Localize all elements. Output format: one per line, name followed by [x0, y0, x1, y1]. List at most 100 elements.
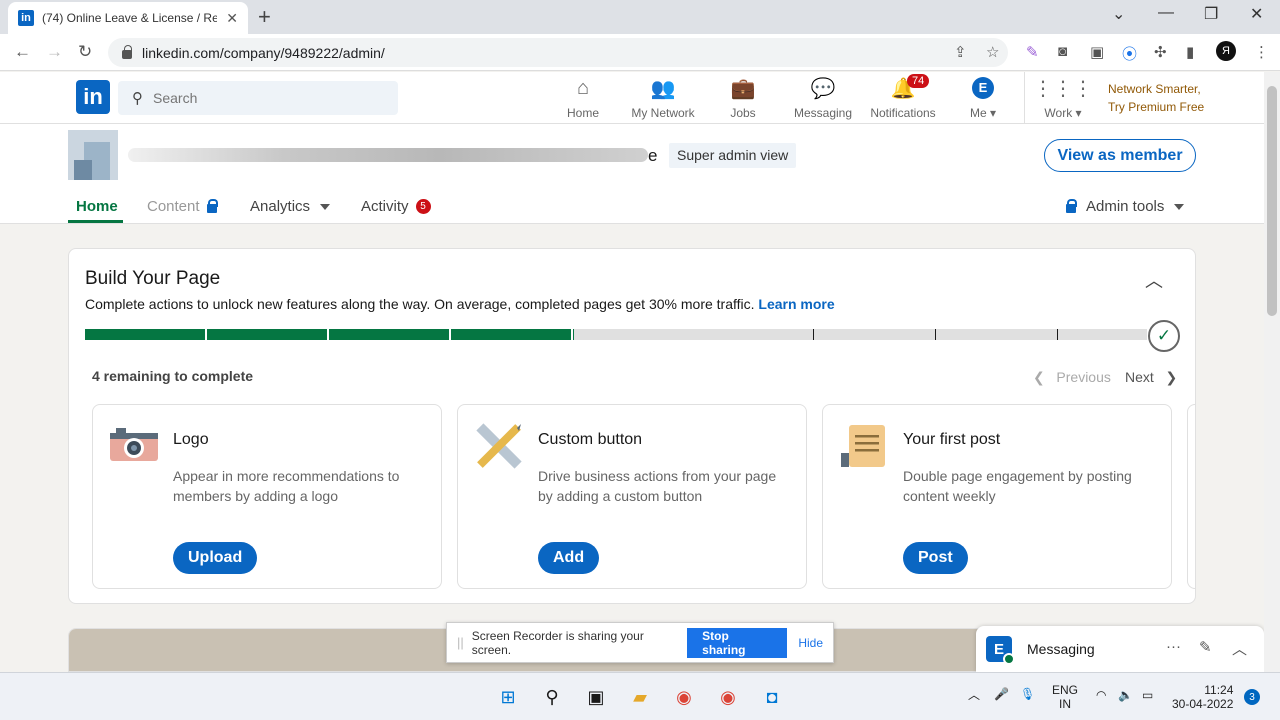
- home-icon: ⌂: [576, 76, 590, 99]
- lock-icon: [1066, 199, 1077, 213]
- pen-extension-icon[interactable]: ✎: [1026, 43, 1039, 61]
- nav-my-network[interactable]: 👥 My Network: [623, 76, 703, 121]
- side-panel-icon[interactable]: ▮: [1186, 43, 1194, 61]
- tab-analytics[interactable]: Analytics: [250, 198, 331, 215]
- compose-icon[interactable]: ✎: [1199, 638, 1212, 656]
- restore-icon[interactable]: ❐: [1204, 4, 1218, 24]
- battery-icon[interactable]: ▭: [1142, 688, 1153, 702]
- card-title: Build Your Page: [85, 268, 221, 289]
- chrome-profile-icon[interactable]: ◉: [716, 685, 740, 709]
- search-icon[interactable]: ⚲: [540, 685, 564, 709]
- tab-content[interactable]: Content: [147, 198, 218, 215]
- chevron-down-icon: ▾: [989, 106, 997, 120]
- nav-work[interactable]: ⋮⋮⋮ Work ▾: [1023, 76, 1103, 121]
- active-tab-indicator: [68, 220, 123, 223]
- extensions-puzzle-icon[interactable]: ✣: [1154, 43, 1167, 61]
- bell-icon: 🔔 74: [863, 74, 943, 100]
- nav-messaging[interactable]: 💬 Messaging: [783, 76, 863, 121]
- more-options-icon[interactable]: ···: [1166, 638, 1181, 655]
- browser-tab[interactable]: in (74) Online Leave & License / Re ✕: [8, 2, 248, 34]
- tab-close-icon[interactable]: ✕: [226, 10, 238, 27]
- clock[interactable]: 11:24 30-04-2022: [1172, 683, 1233, 711]
- nav-me[interactable]: E Me ▾: [943, 76, 1023, 120]
- file-explorer-icon[interactable]: ▰: [628, 685, 652, 709]
- nav-notifications[interactable]: 🔔 74 Notifications: [863, 74, 943, 120]
- messaging-label: Messaging: [1027, 641, 1095, 657]
- search-icon: ⚲: [132, 90, 143, 107]
- premium-promo[interactable]: Network Smarter, Try Premium Free: [1108, 80, 1204, 116]
- browser-menu-icon[interactable]: ⋮: [1254, 43, 1269, 61]
- remaining-count: 4 remaining to complete: [92, 368, 254, 384]
- task-card-first-post: Your first post Double page engagement b…: [822, 404, 1172, 589]
- lock-icon: [206, 199, 218, 213]
- forward-icon[interactable]: →: [46, 42, 63, 62]
- tab-title: (74) Online Leave & License / Re: [42, 11, 217, 25]
- chrome-icon[interactable]: ◉: [672, 685, 696, 709]
- linkedin-logo[interactable]: in: [76, 80, 110, 114]
- volume-icon[interactable]: 🔈: [1118, 688, 1133, 702]
- close-window-icon[interactable]: ✕: [1250, 4, 1263, 24]
- messaging-dock[interactable]: E Messaging ··· ✎ ︿: [976, 626, 1264, 672]
- windows-start-icon[interactable]: ⊞: [496, 685, 520, 709]
- grid-icon: ⋮⋮⋮: [1033, 77, 1093, 100]
- tab-search-icon[interactable]: ⌄: [1112, 4, 1125, 24]
- reload-icon[interactable]: ↻: [78, 42, 92, 62]
- language-indicator[interactable]: ENG IN: [1052, 683, 1078, 711]
- admin-tools-menu[interactable]: Admin tools: [1066, 198, 1185, 215]
- address-bar[interactable]: linkedin.com/company/9489222/admin/: [108, 38, 1008, 67]
- microphone-active-icon[interactable]: 🎙: [1020, 687, 1035, 701]
- task-view-icon[interactable]: ▣: [584, 685, 608, 709]
- screen-recorder-icon[interactable]: ◘: [760, 685, 784, 709]
- nav-jobs[interactable]: 💼 Jobs: [703, 76, 783, 121]
- pip-extension-icon[interactable]: ▣: [1090, 43, 1104, 61]
- chevron-up-icon[interactable]: ︿: [1232, 638, 1247, 659]
- linkedin-header: in ⚲ ⌂ Home 👥 My Network 💼 Jobs 💬 Messag…: [0, 72, 1280, 124]
- company-logo: [68, 130, 118, 180]
- lock-icon: [122, 45, 132, 59]
- check-icon: ✓: [1148, 320, 1180, 352]
- minimize-icon[interactable]: —: [1158, 4, 1174, 22]
- tab-activity[interactable]: Activity 5: [361, 198, 431, 215]
- microphone-icon[interactable]: 🎤: [994, 687, 1009, 701]
- new-tab-icon[interactable]: +: [258, 4, 271, 30]
- chevron-down-icon: ▾: [1075, 106, 1082, 120]
- scroll-thumb[interactable]: [1267, 86, 1277, 316]
- share-icon[interactable]: ⇪: [954, 43, 967, 61]
- search-box[interactable]: ⚲: [118, 81, 398, 115]
- company-name-suffix: e: [648, 146, 658, 165]
- recorder-extension-icon[interactable]: ⦿: [1122, 43, 1137, 64]
- add-button[interactable]: Add: [538, 542, 600, 574]
- task-title: Custom button: [538, 431, 643, 448]
- view-as-member-button[interactable]: View as member: [1044, 139, 1196, 172]
- notification-badge: 74: [907, 74, 930, 88]
- chat-icon: 💬: [810, 77, 836, 100]
- task-title: Logo: [173, 431, 209, 448]
- learn-more-link[interactable]: Learn more: [758, 296, 834, 312]
- search-input[interactable]: [153, 90, 373, 106]
- task-card-logo: Logo Appear in more recommendations to m…: [92, 404, 442, 589]
- drag-handle-icon[interactable]: ||: [457, 635, 464, 650]
- chevron-up-icon[interactable]: ︿: [968, 688, 980, 702]
- next-button[interactable]: Next ❯: [1125, 369, 1177, 386]
- nav-home[interactable]: ⌂ Home: [543, 76, 623, 121]
- previous-button[interactable]: ❮ Previous: [1033, 369, 1111, 386]
- notification-count-badge[interactable]: 3: [1244, 689, 1260, 705]
- camera-extension-icon[interactable]: ◙: [1058, 43, 1067, 60]
- upload-button[interactable]: Upload: [173, 542, 258, 574]
- post-button[interactable]: Post: [903, 542, 968, 574]
- bookmark-star-icon[interactable]: ☆: [986, 43, 999, 61]
- back-icon[interactable]: ←: [14, 42, 31, 62]
- company-name-redacted: [128, 148, 648, 162]
- progress-fill: [85, 329, 574, 340]
- wifi-icon[interactable]: ◠: [1096, 688, 1106, 702]
- profile-avatar-icon[interactable]: Я: [1216, 41, 1236, 61]
- tab-home[interactable]: Home: [76, 198, 118, 215]
- task-description: Appear in more recommendations to member…: [173, 468, 400, 504]
- hide-button[interactable]: Hide: [798, 636, 823, 650]
- chevron-up-icon[interactable]: ︿: [1145, 267, 1163, 293]
- share-message: Screen Recorder is sharing your screen.: [471, 628, 644, 657]
- messaging-avatar: E: [986, 636, 1015, 665]
- page-scrollbar[interactable]: [1264, 72, 1280, 672]
- stop-sharing-button[interactable]: Stop sharing: [687, 627, 788, 658]
- briefcase-icon: 💼: [730, 77, 756, 100]
